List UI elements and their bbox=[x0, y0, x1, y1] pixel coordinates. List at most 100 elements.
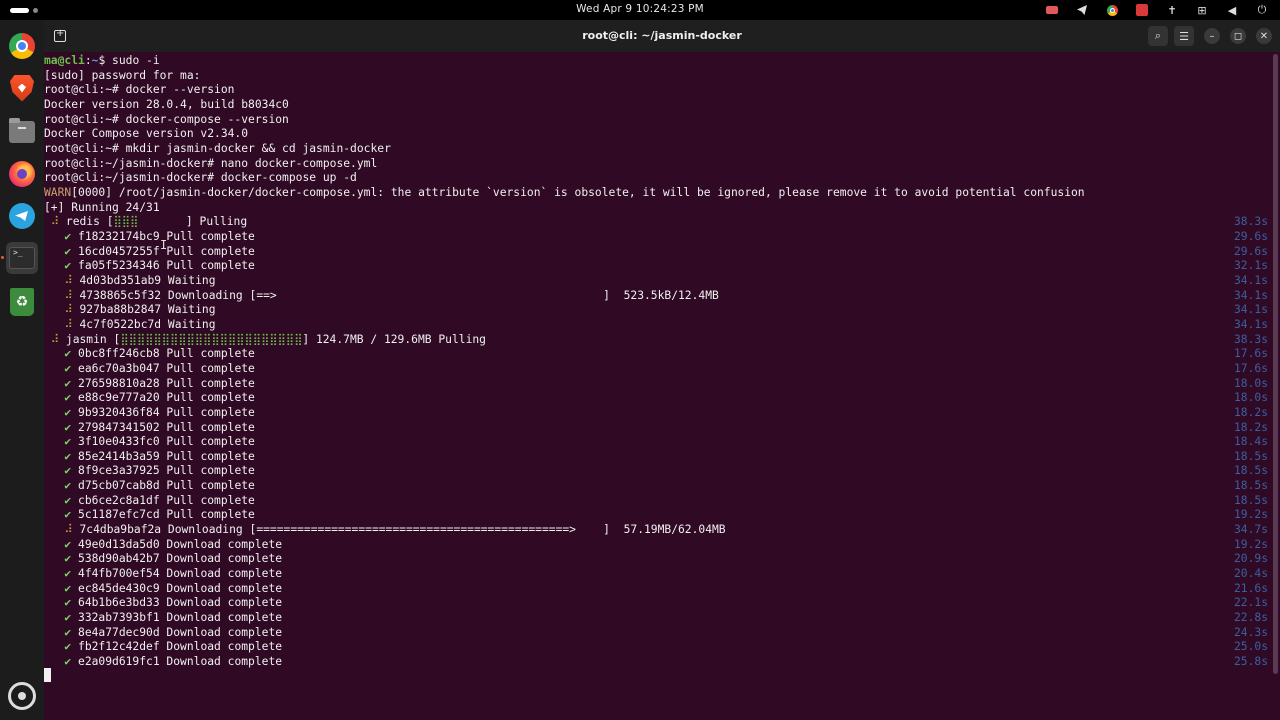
maximize-button[interactable]: ◻ bbox=[1230, 28, 1246, 44]
line-segment: 7c4dba9baf2a Downloading [==============… bbox=[79, 523, 726, 537]
terminal-line: [sudo] password for ma: bbox=[44, 69, 1268, 84]
show-apps-button[interactable] bbox=[6, 680, 38, 712]
dock-trash[interactable]: ♻ bbox=[6, 286, 38, 318]
line-segment: 85e2414b3a59 Pull complete bbox=[78, 449, 255, 463]
terminal-line: ⠼ jasmin [⣿⣿⣿⣿⣿⣿⣿⣿⣿⣿⣿⣿⣿⣿⣿⣿⣿⣿⣿⣿⣿⣿] 124.7M… bbox=[44, 333, 1268, 348]
elapsed-time: 22.1s bbox=[1233, 596, 1268, 610]
line-text: ✔ 8f9ce3a37925 Pull complete bbox=[44, 464, 254, 479]
terminal-line: ✔ 8f9ce3a37925 Pull complete 18.5s bbox=[44, 464, 1268, 479]
line-text: ✔ 49e0d13da5d0 Download complete bbox=[44, 538, 282, 553]
line-segment: root@cli:~# docker-compose --version bbox=[44, 112, 289, 126]
telegram-icon bbox=[9, 203, 35, 229]
terminal-line: ✔ fb2f12c42def Download complete 25.0s bbox=[44, 640, 1268, 655]
dock-telegram[interactable] bbox=[6, 200, 38, 232]
terminal-output[interactable]: ma@cli:~$ sudo -i [sudo] password for ma:… bbox=[44, 52, 1280, 720]
line-text: ✔ fb2f12c42def Download complete bbox=[44, 640, 282, 655]
search-button[interactable]: ⌕ bbox=[1148, 26, 1168, 46]
terminal-scrollbar[interactable] bbox=[1273, 54, 1278, 674]
check-icon: ✔ bbox=[44, 449, 79, 463]
line-text: [sudo] password for ma: bbox=[44, 69, 200, 84]
elapsed-time: 34.1s bbox=[1233, 273, 1268, 287]
screen-recording-icon[interactable] bbox=[1044, 2, 1060, 18]
check-icon: ✔ bbox=[44, 655, 79, 669]
check-icon: ✔ bbox=[44, 508, 79, 522]
app-tray-icon[interactable] bbox=[1134, 2, 1150, 18]
elapsed-time: 34.1s bbox=[1233, 288, 1268, 302]
line-segment: 927ba88b2847 Waiting bbox=[79, 303, 216, 317]
terminal-line: ✔ 4f4fb700ef54 Download complete 20.4s bbox=[44, 567, 1268, 582]
terminal-line: ✔ e2a09d619fc1 Download complete 25.8s bbox=[44, 655, 1268, 670]
elapsed-time: 18.0s bbox=[1233, 391, 1268, 405]
terminal-line: root@cli:~# mkdir jasmin-docker && cd ja… bbox=[44, 142, 1268, 157]
terminal-line: ✔ 49e0d13da5d0 Download complete 19.2s bbox=[44, 538, 1268, 553]
menu-button[interactable]: ☰ bbox=[1174, 26, 1194, 46]
elapsed-time: 18.0s bbox=[1233, 376, 1268, 390]
line-segment: jasmin [ bbox=[65, 332, 121, 346]
line-text: ✔ 16cd0457255f Pull complete bbox=[44, 245, 254, 260]
line-segment: 9b9320436f84 Pull complete bbox=[78, 405, 255, 419]
line-text: ✔ e88c9e777a20 Pull complete bbox=[44, 391, 254, 406]
line-segment: d75cb07cab8d Pull complete bbox=[78, 479, 255, 493]
line-text: ✔ ec845de430c9 Download complete bbox=[44, 582, 282, 597]
terminal-line: ✔ 538d90ab42b7 Download complete 20.9s bbox=[44, 552, 1268, 567]
check-icon: ✔ bbox=[44, 464, 79, 478]
terminal-line: ✔ 16cd0457255f Pull complete 29.6s bbox=[44, 245, 1268, 260]
terminal-line: ✔ f18232174bc9 Pull complete 29.6s bbox=[44, 230, 1268, 245]
dock-firefox[interactable] bbox=[6, 158, 38, 190]
terminal-icon: >_ bbox=[9, 247, 35, 269]
line-segment: ma@cli bbox=[44, 54, 85, 67]
line-segment: fa05f5234346 Pull complete bbox=[78, 259, 255, 273]
check-icon: ✔ bbox=[44, 640, 79, 654]
header-bar: root@cli: ~/jasmin-docker ⌕ ☰ – ◻ ✕ bbox=[44, 20, 1280, 52]
line-segment: 332ab7393bf1 Download complete bbox=[78, 611, 283, 625]
check-icon: ✔ bbox=[44, 420, 79, 434]
line-text: ⠼ jasmin [⣿⣿⣿⣿⣿⣿⣿⣿⣿⣿⣿⣿⣿⣿⣿⣿⣿⣿⣿⣿⣿⣿] 124.7M… bbox=[44, 333, 486, 348]
elapsed-time: 38.3s bbox=[1233, 332, 1268, 346]
line-text: ⠼ 4738865c5f32 Downloading [==> ] 523.5k… bbox=[44, 289, 718, 304]
terminal-line: ✔ 9b9320436f84 Pull complete 18.2s bbox=[44, 406, 1268, 421]
terminal-line: Docker Compose version v2.34.0 bbox=[44, 127, 1268, 142]
elapsed-time: 20.9s bbox=[1233, 552, 1268, 566]
search-icon: ⌕ bbox=[1154, 29, 1162, 42]
terminal-line: root@cli:~/jasmin-docker# docker-compose… bbox=[44, 171, 1268, 186]
power-icon[interactable]: ⏻ bbox=[1254, 2, 1270, 18]
network-icon[interactable]: ⊞ bbox=[1194, 2, 1210, 18]
elapsed-time: 34.1s bbox=[1233, 317, 1268, 331]
firefox-icon bbox=[9, 161, 35, 187]
elapsed-time: 19.2s bbox=[1233, 537, 1268, 551]
chrome-tray-icon[interactable] bbox=[1104, 2, 1120, 18]
dock-files[interactable] bbox=[6, 116, 38, 148]
check-icon: ✔ bbox=[44, 596, 79, 610]
line-segment: [+] Running 24/31 bbox=[44, 200, 160, 214]
top-bar: Wed Apr 9 10:24:23 PM ✝ ⊞ ◀ ⏻ bbox=[0, 0, 1280, 20]
line-segment: ⣿⣿⣿⣿⣿⣿⣿⣿⣿⣿⣿⣿⣿⣿⣿⣿⣿⣿⣿⣿⣿⣿ bbox=[120, 332, 303, 346]
dock-terminal[interactable]: >_ bbox=[6, 242, 38, 274]
line-text: ✔ d75cb07cab8d Pull complete bbox=[44, 479, 255, 494]
line-segment: redis [ bbox=[65, 215, 114, 229]
volume-icon[interactable]: ◀ bbox=[1224, 2, 1240, 18]
line-text: Docker version 28.0.4, build b8034c0 bbox=[44, 98, 289, 113]
terminal-line: ✔ 8e4a77dec90d Download complete 24.3s bbox=[44, 626, 1268, 641]
line-text: ⠼ 7c4dba9baf2a Downloading [============… bbox=[44, 523, 726, 538]
line-segment: root@cli:~# docker --version bbox=[44, 83, 235, 97]
check-icon: ✔ bbox=[44, 347, 79, 361]
terminal-line: ✔ 279847341502 Pull complete 18.2s bbox=[44, 421, 1268, 436]
line-segment: 4f4fb700ef54 Download complete bbox=[78, 567, 283, 581]
line-text: ✔ 5c1187efc7cd Pull complete bbox=[44, 508, 254, 523]
telegram-tray-icon[interactable] bbox=[1074, 2, 1090, 18]
elapsed-time: 18.5s bbox=[1233, 449, 1268, 463]
close-button[interactable]: ✕ bbox=[1256, 28, 1272, 44]
dock-brave[interactable] bbox=[6, 72, 38, 104]
spinner-icon: ⠼ bbox=[44, 317, 80, 331]
terminal-line: ⠼ 4738865c5f32 Downloading [==> ] 523.5k… bbox=[44, 289, 1268, 304]
line-text: root@cli:~/jasmin-docker# docker-compose… bbox=[44, 171, 357, 186]
terminal-line: ✔ 64b1b6e3bd33 Download complete 22.1s bbox=[44, 596, 1268, 611]
spinner-icon: ⠼ bbox=[44, 273, 80, 287]
dock-chrome[interactable] bbox=[6, 30, 38, 62]
line-segment: e2a09d619fc1 Download complete bbox=[78, 655, 283, 669]
accessibility-icon[interactable]: ✝ bbox=[1164, 2, 1180, 18]
header-actions: ⌕ ☰ – ◻ ✕ bbox=[1148, 26, 1272, 46]
terminal-line: ✔ d75cb07cab8d Pull complete 18.5s bbox=[44, 479, 1268, 494]
minimize-button[interactable]: – bbox=[1204, 28, 1220, 44]
line-segment: 64b1b6e3bd33 Download complete bbox=[78, 596, 283, 610]
